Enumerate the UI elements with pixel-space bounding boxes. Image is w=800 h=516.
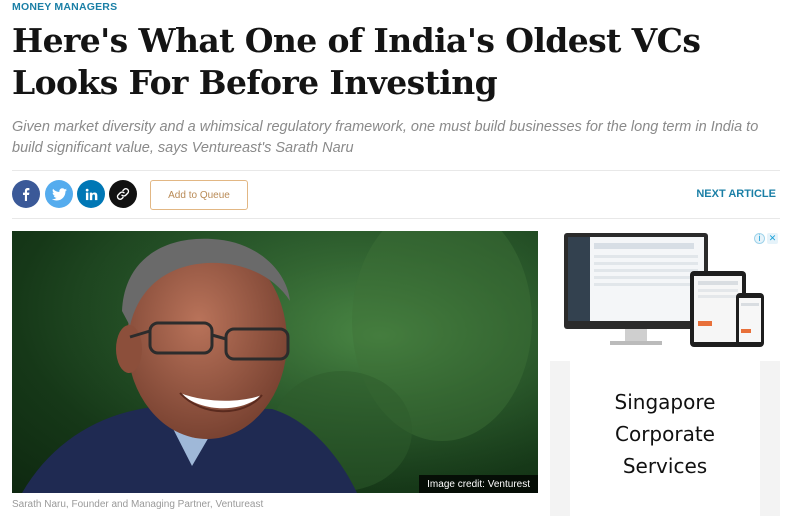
ad-headline-box: Singapore Corporate Services [570, 351, 760, 516]
twitter-icon [51, 187, 67, 200]
divider-top [12, 170, 780, 171]
ad-headline: Singapore Corporate Services [614, 389, 716, 478]
twitter-share-button[interactable] [45, 180, 73, 208]
advertisement[interactable]: i ✕ Singapore Corporate Services [550, 231, 780, 516]
facebook-share-button[interactable] [12, 180, 40, 208]
ad-badges: i ✕ [754, 233, 778, 244]
ad-devices-illustration [550, 231, 780, 361]
article-dek: Given market diversity and a whimsical r… [12, 119, 759, 156]
next-article-link[interactable]: NEXT ARTICLE [696, 188, 776, 200]
adchoices-icon[interactable]: i [754, 233, 765, 244]
linkedin-share-button[interactable] [77, 180, 105, 208]
category-link[interactable]: MONEY MANAGERS [12, 1, 117, 13]
image-credit: Image credit: Venturest [419, 475, 538, 493]
close-icon[interactable]: ✕ [767, 233, 778, 244]
image-caption: Sarath Naru, Founder and Managing Partne… [12, 499, 264, 510]
copy-link-button[interactable] [109, 180, 137, 208]
article-photo: Image credit: Venturest [12, 231, 538, 493]
linkedin-icon [85, 188, 97, 200]
article-headline: Here's What One of India's Oldest VCs Lo… [12, 21, 701, 102]
link-icon [116, 188, 130, 200]
add-to-queue-button[interactable]: Add to Queue [150, 180, 248, 210]
facebook-icon [23, 188, 30, 201]
portrait-illustration [12, 231, 538, 493]
divider-bottom [12, 218, 780, 219]
